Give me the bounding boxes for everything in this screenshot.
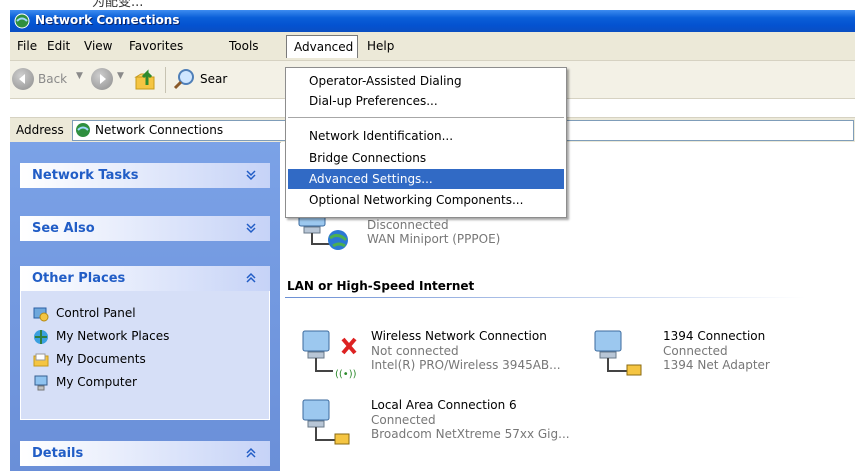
search-label[interactable]: Sear [200,72,227,86]
svg-text:((•)): ((•)) [335,369,357,380]
menu-advanced-label: Advanced [294,40,354,54]
wireless-device: Intel(R) PRO/Wireless 3945AB... [371,358,561,372]
place-label: My Documents [56,352,146,366]
forward-dropdown-icon[interactable]: ▼ [117,71,124,81]
wireless-connection-icon: ((•)) [302,330,357,380]
menu-item-optional-networking-components[interactable]: Optional Networking Components... [288,190,564,210]
computer-icon [34,375,48,391]
1394-connection-icon [594,330,642,376]
menu-item-bridge-connections[interactable]: Bridge Connections [288,148,564,168]
menu-separator [288,117,564,118]
menu-item-label: Bridge Connections [309,151,427,165]
menu-item-label: Dial-up Preferences... [309,94,438,108]
lan6-status: Connected [371,413,436,427]
control-panel-icon [33,307,49,322]
menu-edit[interactable]: Edit [47,39,70,53]
forward-button[interactable] [91,68,113,90]
chevron-up-icon[interactable] [242,269,260,287]
back-arrow-icon [19,74,25,84]
menu-tools[interactable]: Tools [229,39,259,53]
background-window-scrap: 为配变... [0,0,855,8]
menu-item-operator-assisted-dialing[interactable]: Operator-Assisted Dialing [288,71,564,91]
see-also-header[interactable]: See Also [20,216,270,241]
see-also-title: See Also [32,221,95,236]
details-title: Details [32,446,84,461]
advanced-menu-dropdown: Operator-Assisted Dialing Dial-up Prefer… [285,67,567,218]
menu-help[interactable]: Help [367,39,394,53]
menu-item-network-identification[interactable]: Network Identification... [288,126,564,146]
lan-connection-icon [302,399,350,445]
menu-item-label: Operator-Assisted Dialing [309,74,462,88]
toolbar-separator [165,67,166,93]
network-places-icon [34,330,48,344]
chevron-up-icon[interactable] [242,444,260,462]
network-tasks-header[interactable]: Network Tasks [20,163,270,188]
network-connections-icon [76,123,90,137]
lan6-device: Broadcom NetXtreme 57xx Gig... [371,427,570,441]
menu-item-dialup-preferences[interactable]: Dial-up Preferences... [288,91,564,111]
forward-arrow-icon [100,74,106,84]
title-bar[interactable]: Network Connections [10,10,855,32]
menu-item-advanced-settings[interactable]: Advanced Settings... [288,169,564,189]
place-label: My Network Places [56,329,170,343]
network-tasks-title: Network Tasks [32,168,139,183]
menu-item-label: Optional Networking Components... [309,193,524,207]
1394-connection[interactable]: 1394 Connection Connected 1394 Net Adapt… [591,327,851,381]
wan-status: Disconnected [367,218,449,232]
folder-icon [33,353,49,367]
lan6-name: Local Area Connection 6 [371,398,517,412]
wireless-connection[interactable]: ((•)) Wireless Network Connection Not co… [299,327,599,381]
menu-file[interactable]: File [17,39,37,53]
scrap-text: 为配变... [92,0,144,8]
place-label: Control Panel [56,306,136,320]
menu-advanced[interactable]: Advanced [286,35,358,58]
wan-device: WAN Miniport (PPPOE) [367,232,501,246]
other-places-body: Control Panel My Network Places My Docum… [20,291,270,420]
folder-up-icon[interactable] [134,68,158,92]
address-value: Network Connections [95,123,224,137]
wireless-status: Not connected [371,344,459,358]
search-icon[interactable] [172,67,196,91]
wireless-name: Wireless Network Connection [371,329,547,343]
menu-view[interactable]: View [84,39,112,53]
task-pane: Network Tasks See Also Other Places Cont… [10,142,280,471]
network-connections-icon [14,13,30,29]
details-header[interactable]: Details [20,441,270,466]
menu-favorites[interactable]: Favorites [129,39,183,53]
back-dropdown-icon[interactable]: ▼ [76,71,83,81]
chevron-down-icon[interactable] [242,166,260,184]
menu-item-label: Advanced Settings... [309,172,433,186]
1394-status: Connected [663,344,728,358]
chevron-down-icon[interactable] [242,219,260,237]
group-divider [285,297,805,298]
menu-bar: File Edit View Favorites Tools Advanced … [10,32,855,61]
1394-device: 1394 Net Adapter [663,358,770,372]
other-places-title: Other Places [32,271,126,286]
menu-item-label: Network Identification... [309,129,454,143]
window-title: Network Connections [35,13,180,27]
back-label[interactable]: Back [38,72,67,86]
lan6-connection[interactable]: Local Area Connection 6 Connected Broadc… [299,396,619,450]
place-label: My Computer [56,375,137,389]
other-places-header[interactable]: Other Places [20,266,270,291]
back-button[interactable] [12,68,34,90]
lan-group-title: LAN or High-Speed Internet [287,279,475,293]
1394-name: 1394 Connection [663,329,766,343]
address-label: Address [16,123,64,137]
